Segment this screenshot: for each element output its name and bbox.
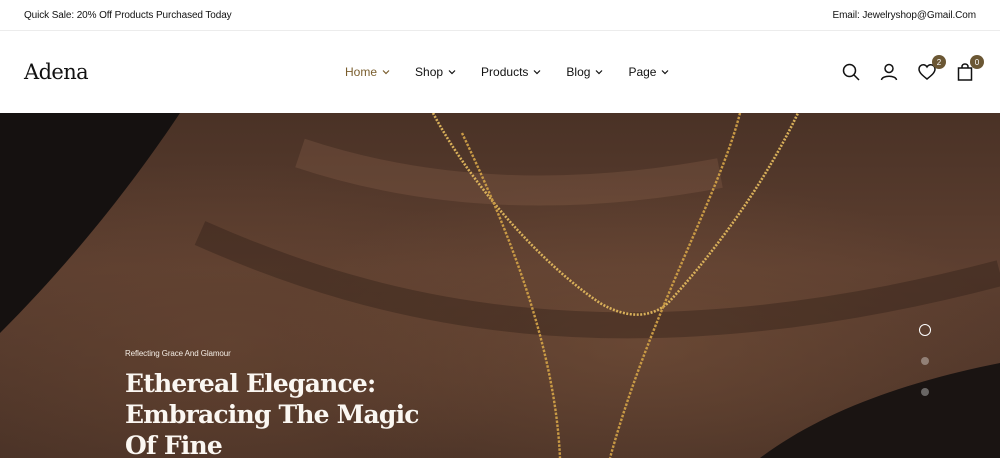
chevron-down-icon: [533, 70, 541, 75]
nav-item-shop[interactable]: Shop: [415, 65, 456, 79]
search-icon: [842, 63, 860, 81]
nav-item-label: Products: [481, 65, 529, 79]
hero-slider: Reflecting Grace And Glamour Ethereal El…: [0, 113, 1000, 458]
slider-pagination: [918, 323, 932, 416]
site-header: Adena Home Shop Products Blog Page 2 0: [0, 31, 1000, 113]
promo-text: Quick Sale: 20% Off Products Purchased T…: [24, 9, 232, 21]
contact-email[interactable]: Email: Jewelryshop@Gmail.Com: [833, 10, 977, 21]
nav-item-page[interactable]: Page: [628, 65, 669, 79]
wishlist-count-badge: 2: [932, 55, 946, 69]
nav-item-label: Blog: [566, 65, 591, 79]
nav-item-label: Shop: [415, 65, 444, 79]
search-button[interactable]: [840, 61, 862, 83]
cart-button[interactable]: 0: [954, 55, 984, 83]
hero-title: Ethereal Elegance: Embracing The Magic O…: [125, 369, 420, 458]
account-button[interactable]: [878, 61, 900, 83]
header-actions: 2 0: [824, 31, 984, 113]
site-logo[interactable]: Adena: [24, 60, 324, 84]
announcement-bar: Quick Sale: 20% Off Products Purchased T…: [0, 0, 1000, 31]
user-icon: [880, 63, 898, 81]
nav-item-label: Page: [628, 65, 657, 79]
nav-item-blog[interactable]: Blog: [566, 65, 603, 79]
chevron-down-icon: [448, 70, 456, 75]
cart-count-badge: 0: [970, 55, 984, 69]
chevron-down-icon: [662, 70, 669, 75]
nav-item-products[interactable]: Products: [481, 65, 541, 79]
chevron-down-icon: [382, 70, 390, 75]
slide-dot-1[interactable]: [918, 323, 932, 337]
main-nav: Home Shop Products Blog Page: [345, 31, 694, 113]
chevron-down-icon: [596, 70, 603, 75]
wishlist-button[interactable]: 2: [916, 55, 946, 83]
slide-dot-2[interactable]: [918, 354, 932, 368]
nav-item-home[interactable]: Home: [345, 65, 390, 79]
slide-dot-3[interactable]: [918, 385, 932, 399]
hero-kicker: Reflecting Grace And Glamour: [125, 349, 231, 358]
nav-item-label: Home: [345, 65, 378, 79]
